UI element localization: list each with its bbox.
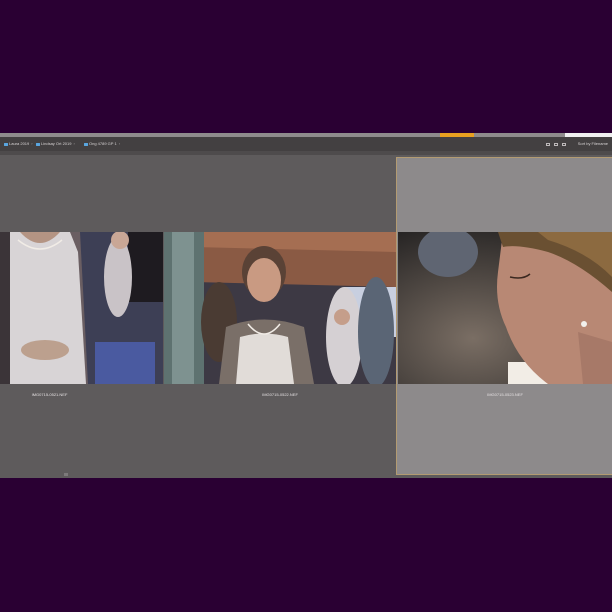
grid-view-icon[interactable] [545, 142, 550, 146]
thumbnail-filename: IMG0715-0522.NEF [262, 392, 298, 397]
sort-dropdown[interactable]: Sort by Filename [578, 137, 608, 151]
path-bar: Laura 2019 › Lindsay Ort 2019 › Ong 4789… [0, 137, 612, 151]
folder-icon [4, 142, 8, 146]
view-options: Sort by Filename [545, 137, 608, 151]
thumbnail-filename: IMG0715-0521.NEF [31, 392, 68, 397]
chevron-right-icon: › [31, 141, 33, 146]
breadcrumb-item[interactable]: Ong 4789 GP 1 › [84, 137, 120, 151]
folder-icon [84, 142, 88, 146]
photo-bride-dress [0, 232, 163, 384]
photo-browser-window: Laura 2019 › Lindsay Ort 2019 › Ong 4789… [0, 133, 612, 478]
thumbnail-image[interactable] [0, 232, 163, 384]
filter-icon[interactable] [561, 142, 566, 146]
photo-bride-profile [398, 232, 612, 384]
resize-handle[interactable] [64, 473, 68, 476]
breadcrumb-item[interactable]: Lindsay Ort 2019 › [36, 137, 75, 151]
content-divider [0, 151, 612, 155]
chevron-right-icon: › [73, 141, 75, 146]
breadcrumb-item[interactable]: Laura 2019 › [4, 137, 33, 151]
breadcrumb-label: Lindsay Ort 2019 [41, 141, 72, 146]
thumbnail-image[interactable] [398, 232, 612, 384]
list-view-icon[interactable] [553, 142, 558, 146]
video-frame: Laura 2019 › Lindsay Ort 2019 › Ong 4789… [0, 0, 612, 612]
breadcrumb-label: Laura 2019 [9, 141, 30, 146]
thumbnail-image[interactable] [164, 232, 396, 384]
chevron-right-icon: › [118, 141, 121, 146]
photo-bride-room [164, 232, 396, 384]
folder-icon [36, 142, 40, 146]
breadcrumb-label: Ong 4789 GP 1 [89, 141, 117, 146]
thumbnail-filename: IMG0715-0523.NEF [487, 392, 523, 397]
